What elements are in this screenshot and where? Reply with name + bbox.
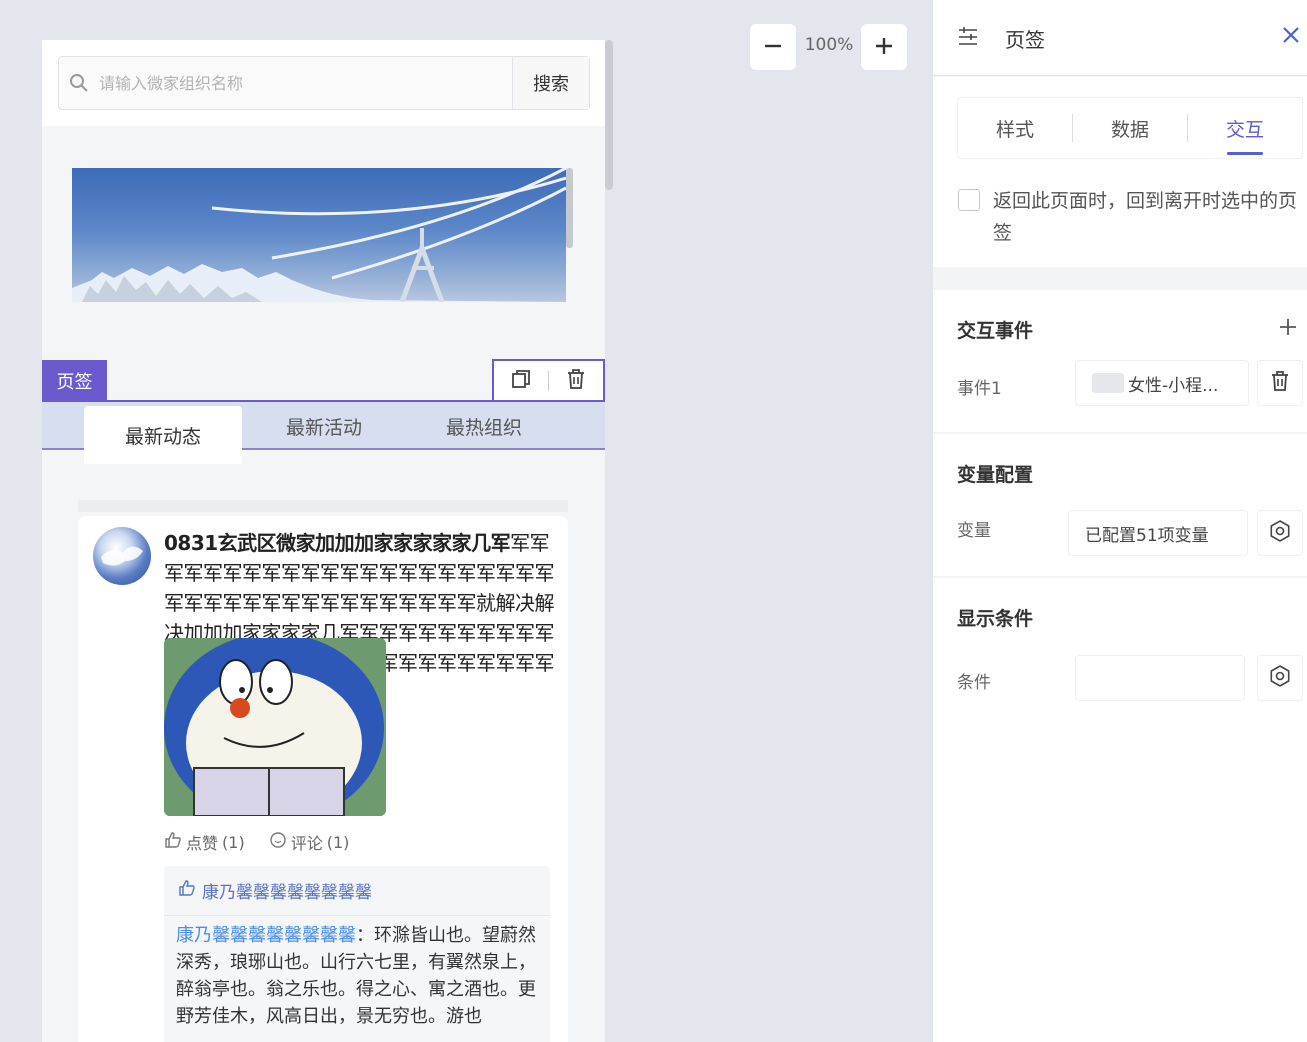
zoom-in-button[interactable] bbox=[861, 24, 907, 70]
search-bar: 搜索 bbox=[42, 40, 605, 126]
feed-divider bbox=[78, 500, 568, 512]
banner-scrollbar[interactable] bbox=[566, 168, 573, 248]
like-button[interactable]: 点赞 (1) bbox=[164, 830, 245, 854]
search-button[interactable]: 搜索 bbox=[512, 57, 589, 109]
tab-latest-news[interactable]: 最新动态 bbox=[84, 406, 242, 464]
zoom-out-button[interactable] bbox=[750, 24, 796, 70]
event-label: 事件1 bbox=[957, 379, 1002, 399]
component-toolbar bbox=[492, 359, 605, 402]
return-tab-label: 返回此页面时，回到离开时选中的页签 bbox=[993, 190, 1298, 244]
variables-config-button[interactable] bbox=[1257, 510, 1303, 556]
properties-panel: 页签 样式 数据 交互 返回此页面时，回到离开时选中的页签 交互事件 事件1 女… bbox=[933, 0, 1307, 1042]
trash-icon bbox=[1269, 370, 1291, 396]
delete-button[interactable] bbox=[549, 361, 603, 400]
tab-latest-activities[interactable]: 最新活动 bbox=[244, 402, 404, 450]
panel-tabs: 样式 数据 交互 bbox=[957, 97, 1303, 159]
thumbs-up-icon bbox=[164, 831, 182, 853]
comment-button[interactable]: 评论 (1) bbox=[269, 830, 350, 854]
variables-section: 变量配置 变量 已配置51项变量 bbox=[933, 434, 1307, 576]
avatar[interactable] bbox=[93, 527, 151, 585]
copy-icon bbox=[510, 368, 532, 394]
condition-section: 显示条件 条件 bbox=[933, 578, 1307, 1042]
delete-event-button[interactable] bbox=[1257, 360, 1303, 406]
blurred-chip bbox=[1092, 373, 1124, 393]
comment-count: (1) bbox=[326, 832, 350, 852]
events-section: 交互事件 事件1 女性-小程... bbox=[933, 290, 1307, 432]
events-title: 交互事件 bbox=[957, 320, 1034, 342]
search-input[interactable] bbox=[99, 57, 512, 109]
settings-list-icon bbox=[957, 26, 979, 52]
like-count: (1) bbox=[222, 832, 245, 852]
condition-label: 条件 bbox=[957, 673, 991, 693]
component-label-tag: 页签 bbox=[42, 360, 107, 402]
copy-button[interactable] bbox=[494, 361, 548, 400]
condition-field[interactable] bbox=[1075, 655, 1245, 701]
add-event-icon[interactable] bbox=[1279, 318, 1297, 340]
tab-interaction[interactable]: 交互 bbox=[1188, 98, 1302, 158]
tab-data[interactable]: 数据 bbox=[1073, 98, 1187, 158]
comment-item: 康乃馨馨馨馨馨馨馨馨：环滁皆山也。望蔚然深秀，琅琊山也。山行六七里，有翼然泉上，… bbox=[164, 916, 550, 1036]
event-field[interactable]: 女性-小程... bbox=[1075, 360, 1249, 406]
liked-by-name[interactable]: 康乃馨馨馨馨馨馨馨馨 bbox=[202, 878, 372, 903]
panel-title: 页签 bbox=[1005, 28, 1045, 52]
comment-box: 康乃馨馨馨馨馨馨馨馨 康乃馨馨馨馨馨馨馨馨：环滁皆山也。望蔚然深秀，琅琊山也。山… bbox=[164, 866, 550, 1042]
event-value: 女性-小程... bbox=[1128, 375, 1219, 396]
close-icon[interactable] bbox=[1281, 25, 1301, 49]
search-icon bbox=[59, 57, 99, 109]
post-actions: 点赞 (1) 评论 (1) bbox=[164, 830, 349, 854]
search-box: 搜索 bbox=[58, 56, 590, 110]
post-title: 0831玄武区微家加加加家家家家家几军 bbox=[164, 531, 511, 555]
comment-label: 评论 bbox=[290, 834, 323, 853]
tab-style[interactable]: 样式 bbox=[958, 98, 1072, 158]
condition-title: 显示条件 bbox=[957, 608, 1034, 630]
gear-icon bbox=[1269, 665, 1291, 691]
post-card: 0831玄武区微家加加加家家家家家几军军军军军军军军军军军军军军军军军军军军军军… bbox=[78, 516, 568, 1042]
phone-preview: 搜索 页签 最新动态 最新活动 最热组 bbox=[42, 40, 605, 1042]
zoom-level: 100% bbox=[804, 35, 854, 55]
variables-label: 变量 bbox=[957, 521, 991, 541]
gear-icon bbox=[1269, 520, 1291, 546]
tabs-bar: 最新动态 最新活动 最热组织 bbox=[42, 400, 605, 464]
banner-image bbox=[72, 168, 566, 302]
return-tab-checkbox[interactable] bbox=[958, 189, 980, 211]
variables-field[interactable]: 已配置51项变量 bbox=[1068, 510, 1248, 556]
plus-icon bbox=[874, 36, 894, 59]
like-label: 点赞 bbox=[186, 834, 219, 853]
trash-icon bbox=[565, 368, 587, 394]
comment-separator: ： bbox=[356, 925, 374, 946]
panel-header: 页签 bbox=[933, 0, 1307, 76]
scrollbar-thumb[interactable] bbox=[605, 40, 613, 190]
variables-title: 变量配置 bbox=[957, 464, 1034, 486]
comment-author[interactable]: 康乃馨馨馨馨馨馨馨馨 bbox=[176, 925, 356, 946]
condition-config-button[interactable] bbox=[1257, 655, 1303, 701]
liked-by-line: 康乃馨馨馨馨馨馨馨馨 bbox=[164, 866, 550, 916]
minus-icon bbox=[763, 36, 783, 59]
post-image[interactable] bbox=[164, 638, 386, 816]
canvas-scrollbar[interactable] bbox=[604, 40, 614, 190]
comment-icon bbox=[269, 831, 287, 853]
tab-hottest-orgs[interactable]: 最热组织 bbox=[404, 402, 564, 450]
panel-tabs-section: 样式 数据 交互 返回此页面时，回到离开时选中的页签 bbox=[933, 77, 1307, 267]
thumbs-up-icon bbox=[178, 879, 196, 902]
